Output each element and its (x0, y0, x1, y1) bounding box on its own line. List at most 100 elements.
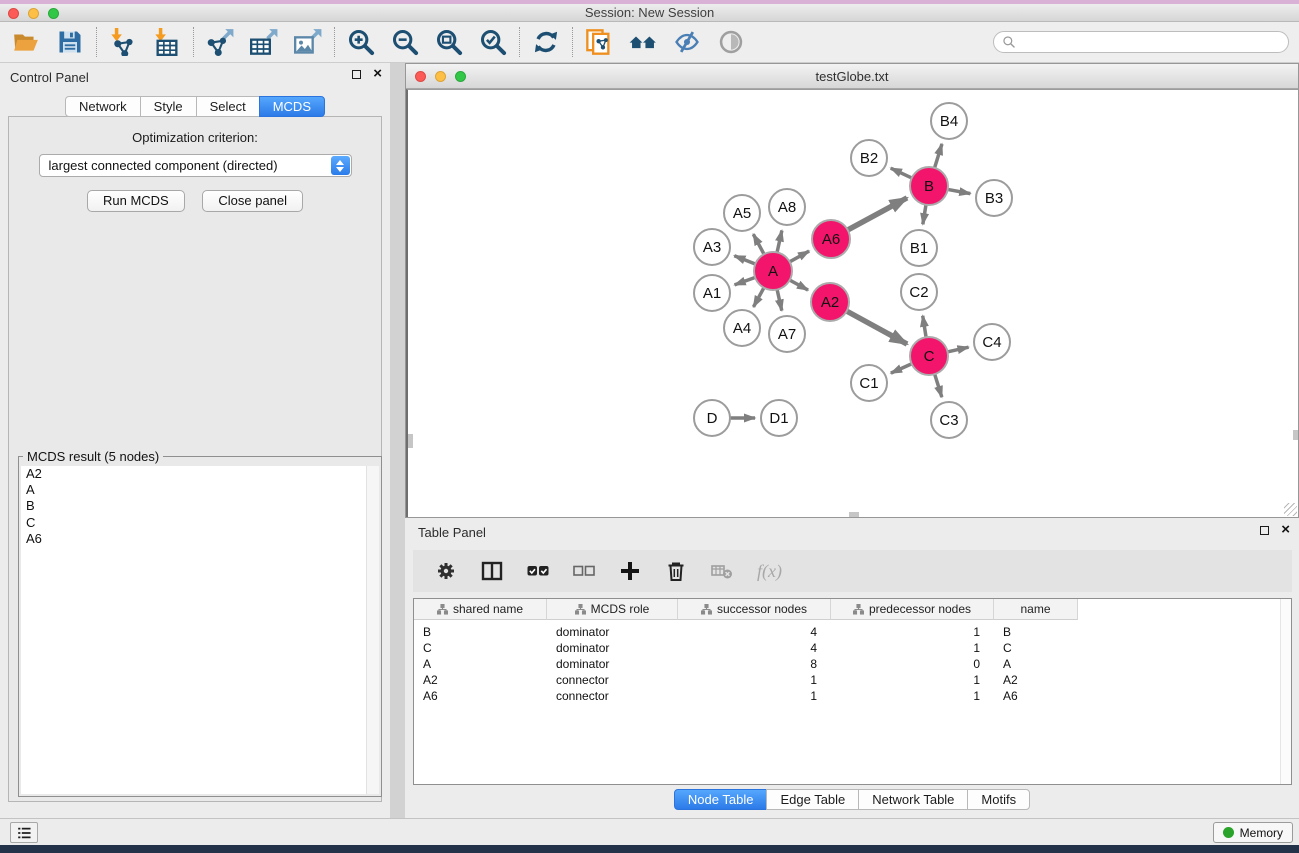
graph-node-C3[interactable]: C3 (930, 401, 968, 439)
zoom-fit-button[interactable] (435, 28, 463, 56)
graph-node-A1[interactable]: A1 (693, 274, 731, 312)
table-cell[interactable]: B (994, 624, 1078, 640)
hide-selected-button[interactable] (673, 28, 701, 56)
export-image-button[interactable] (294, 28, 322, 56)
table-cell[interactable]: A6 (994, 688, 1078, 704)
search-input[interactable] (1020, 35, 1280, 50)
mcds-result-list[interactable]: A2ABCA6 (21, 466, 379, 794)
show-panels-button[interactable] (10, 822, 38, 843)
result-list-item[interactable]: A (21, 482, 379, 498)
table-scrollbar[interactable] (1280, 599, 1291, 784)
result-scrollbar[interactable] (366, 466, 379, 794)
graph-node-C[interactable]: C (909, 336, 949, 376)
table-cell[interactable]: dominator (547, 624, 678, 640)
graph-node-B4[interactable]: B4 (930, 102, 968, 140)
graph-node-C4[interactable]: C4 (973, 323, 1011, 361)
float-panel-icon[interactable] (352, 70, 361, 79)
graph-edge-A-A6[interactable] (788, 251, 809, 263)
save-session-button[interactable] (56, 28, 84, 56)
table-mode-button[interactable] (435, 560, 457, 582)
network-close-button[interactable] (415, 71, 426, 82)
tab-style[interactable]: Style (140, 96, 197, 117)
graph-node-D[interactable]: D (693, 399, 731, 437)
graph-edge-A-A4[interactable] (753, 286, 764, 307)
table-cell[interactable]: 8 (678, 656, 831, 672)
tab-node-table[interactable]: Node Table (674, 789, 768, 810)
result-list-item[interactable]: B (21, 498, 379, 514)
graph-node-B1[interactable]: B1 (900, 229, 938, 267)
refresh-layout-button[interactable] (532, 28, 560, 56)
network-minimize-button[interactable] (435, 71, 446, 82)
table-cell[interactable]: 1 (831, 640, 994, 656)
graph-edge-C-C4[interactable] (946, 347, 969, 352)
graph-node-B[interactable]: B (909, 166, 949, 206)
horizontal-scrollbar-thumb[interactable] (849, 512, 859, 517)
result-list-item[interactable]: A6 (21, 531, 379, 547)
column-header-shared-name[interactable]: shared name (414, 599, 547, 620)
graph-edge-C-C3[interactable] (934, 372, 942, 397)
graph-edge-B-B1[interactable] (923, 203, 926, 225)
table-cell[interactable]: A2 (994, 672, 1078, 688)
table-cell[interactable]: connector (547, 688, 678, 704)
table-cell[interactable]: 1 (831, 672, 994, 688)
column-header-name[interactable]: name (994, 599, 1078, 620)
close-panel-button[interactable]: Close panel (202, 190, 303, 212)
search-field[interactable] (993, 31, 1289, 53)
export-table-button[interactable] (250, 28, 278, 56)
show-all-button[interactable] (717, 28, 745, 56)
table-cell[interactable]: 1 (678, 688, 831, 704)
tab-select[interactable]: Select (196, 96, 260, 117)
graph-node-A3[interactable]: A3 (693, 228, 731, 266)
zoom-out-button[interactable] (391, 28, 419, 56)
table-cell[interactable]: A2 (414, 672, 547, 688)
table-close-panel-icon[interactable]: × (1281, 525, 1290, 535)
table-cell[interactable]: A (414, 656, 547, 672)
network-from-selection-button[interactable] (585, 28, 613, 56)
table-cell[interactable]: connector (547, 672, 678, 688)
close-panel-icon[interactable]: × (373, 69, 382, 79)
import-network-button[interactable] (109, 28, 137, 56)
graph-node-A5[interactable]: A5 (723, 194, 761, 232)
graph-node-A4[interactable]: A4 (723, 309, 761, 347)
table-cell[interactable]: 1 (678, 672, 831, 688)
tab-network-table[interactable]: Network Table (858, 789, 968, 810)
column-header-successor-nodes[interactable]: successor nodes (678, 599, 831, 620)
run-mcds-button[interactable]: Run MCDS (87, 190, 185, 212)
graph-edge-A-A2[interactable] (788, 279, 808, 290)
result-list-item[interactable]: C (21, 515, 379, 531)
export-network-button[interactable] (206, 28, 234, 56)
column-visibility-button[interactable] (481, 560, 503, 582)
memory-button[interactable]: Memory (1213, 822, 1293, 843)
table-cell[interactable]: 4 (678, 640, 831, 656)
graph-edge-B-B4[interactable] (934, 144, 942, 170)
right-scrollbar-thumb[interactable] (1293, 430, 1298, 440)
delete-table-button[interactable] (711, 560, 733, 582)
graph-edge-A6-B[interactable] (846, 198, 907, 231)
graph-node-C2[interactable]: C2 (900, 273, 938, 311)
column-header-predecessor-nodes[interactable]: predecessor nodes (831, 599, 994, 620)
table-cell[interactable]: dominator (547, 656, 678, 672)
result-list-item[interactable]: A2 (21, 466, 379, 482)
graph-node-A8[interactable]: A8 (768, 188, 806, 226)
graph-node-B2[interactable]: B2 (850, 139, 888, 177)
delete-columns-button[interactable] (665, 560, 687, 582)
graph-node-A7[interactable]: A7 (768, 315, 806, 353)
new-column-button[interactable] (619, 560, 641, 582)
function-builder-button[interactable]: f(x) (757, 560, 782, 582)
network-canvas[interactable]: AA1A2A3A4A5A6A7A8BB1B2B3B4CC1C2C3C4DD1 (406, 89, 1298, 517)
tab-mcds[interactable]: MCDS (259, 96, 325, 117)
table-cell[interactable]: C (994, 640, 1078, 656)
table-cell[interactable]: 1 (831, 688, 994, 704)
table-row[interactable]: A2connector11A2 (414, 672, 1291, 688)
graph-edge-A2-C[interactable] (845, 310, 907, 344)
zoom-selected-button[interactable] (479, 28, 507, 56)
table-float-panel-icon[interactable] (1260, 526, 1269, 535)
tab-motifs[interactable]: Motifs (967, 789, 1030, 810)
table-cell[interactable]: dominator (547, 640, 678, 656)
table-cell[interactable]: B (414, 624, 547, 640)
graph-edge-B-B3[interactable] (946, 189, 971, 194)
select-all-button[interactable] (527, 560, 549, 582)
deselect-all-button[interactable] (573, 560, 595, 582)
table-row[interactable]: Cdominator41C (414, 640, 1291, 656)
import-table-button[interactable] (153, 28, 181, 56)
